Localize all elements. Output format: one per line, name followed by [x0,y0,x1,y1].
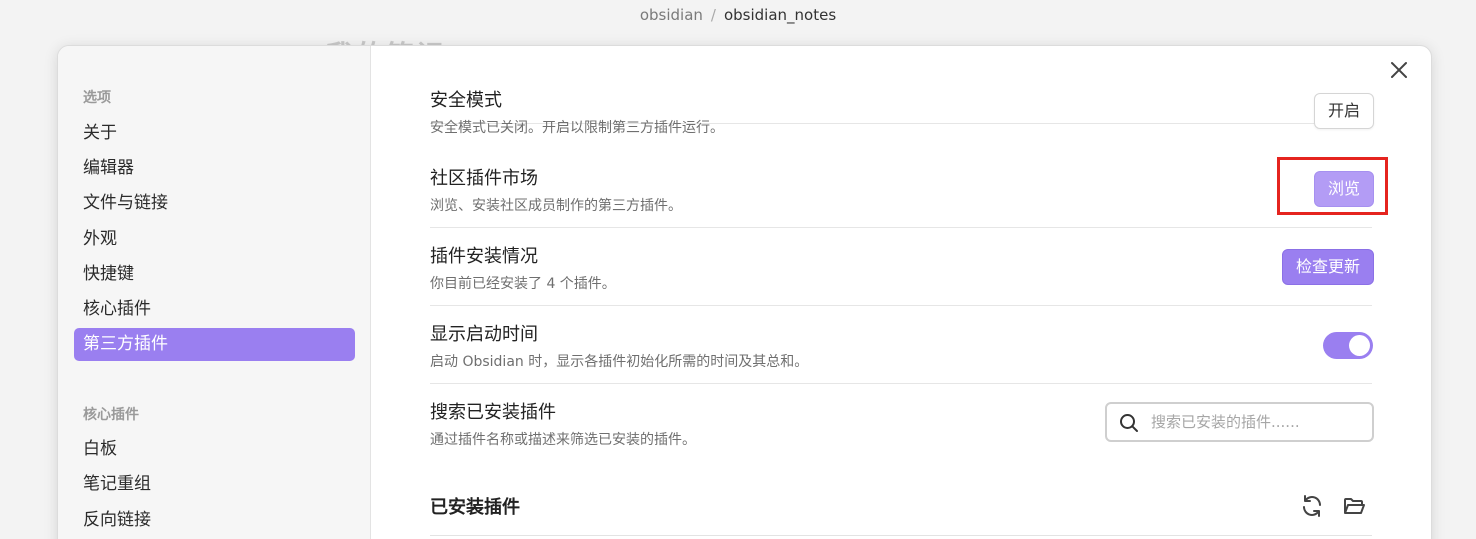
sidebar-item-editor[interactable]: 编辑器 [74,152,355,185]
search-icon [1120,414,1138,432]
installed-plugins-search [1105,402,1374,442]
setting-name: 搜索已安装插件 [430,402,556,423]
settings-sidebar: 选项 关于 编辑器 文件与链接 外观 快捷键 核心插件 第三方插件 核心插件 白… [58,46,371,539]
search-input[interactable] [1151,412,1361,432]
breadcrumb-parent[interactable]: obsidian [640,6,703,24]
setting-description: 通过插件名称或描述来筛选已安装的插件。 [430,432,696,448]
open-plugins-folder-button[interactable] [1342,494,1366,518]
breadcrumb-current[interactable]: obsidian_notes [724,6,836,24]
sidebar-item-backlinks[interactable]: 反向链接 [74,504,355,537]
sidebar-item-appearance[interactable]: 外观 [74,223,355,256]
folder-open-icon [1344,498,1365,514]
section-divider [430,535,1372,536]
sidebar-item-canvas[interactable]: 白板 [74,433,355,466]
sidebar-item-note-composer[interactable]: 笔记重组 [74,468,355,501]
sidebar-item-about[interactable]: 关于 [74,117,355,150]
reload-plugins-button[interactable] [1300,494,1324,518]
installed-plugins-title: 已安装插件 [430,497,520,518]
reload-icon [1303,495,1321,517]
settings-content: 安全模式 安全模式已关闭。开启以限制第三方插件运行。 开启 社区插件市场 浏览、… [371,46,1431,539]
sidebar-item-hotkeys[interactable]: 快捷键 [74,258,355,291]
settings-modal: 选项 关于 编辑器 文件与链接 外观 快捷键 核心插件 第三方插件 核心插件 白… [57,45,1432,539]
sidebar-group-options-title: 选项 [83,90,111,106]
close-button[interactable] [1387,58,1411,82]
search-installed-control [1105,402,1374,442]
sidebar-item-community-plugins[interactable]: 第三方插件 [74,328,355,361]
breadcrumb-separator: / [710,6,716,24]
sidebar-group-core-plugins-title: 核心插件 [83,407,139,423]
close-icon [1391,62,1407,78]
title-bar: obsidian / obsidian_notes [0,0,1476,34]
sidebar-item-core-plugins[interactable]: 核心插件 [74,293,355,326]
breadcrumb: obsidian / obsidian_notes [0,6,1476,24]
sidebar-item-files-links[interactable]: 文件与链接 [74,187,355,220]
